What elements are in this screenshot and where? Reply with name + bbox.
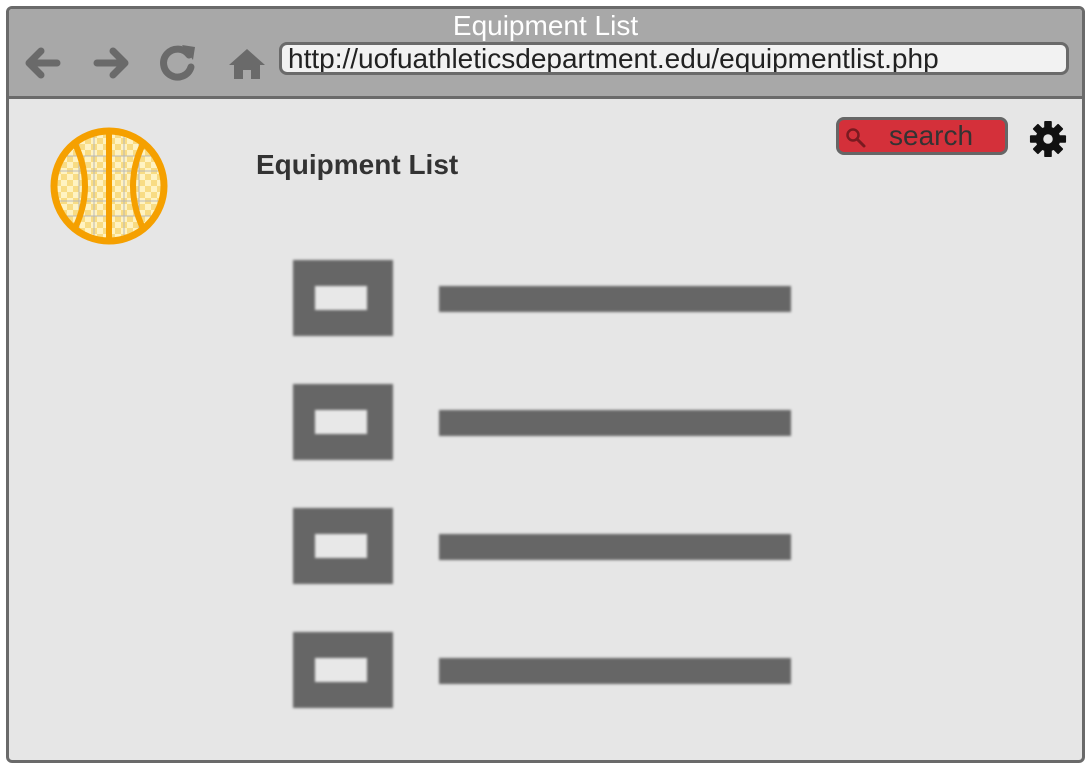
page-title: Equipment List	[256, 149, 459, 180]
search-label: search	[889, 120, 974, 151]
reload-icon	[160, 45, 195, 81]
search-button[interactable]: search	[836, 117, 1008, 155]
arrow-left-icon	[25, 47, 61, 79]
arrow-right-icon	[93, 47, 129, 79]
image-placeholder-icon	[293, 632, 393, 708]
text-placeholder	[439, 410, 791, 436]
list-item[interactable]	[293, 260, 793, 336]
address-bar[interactable]: http://uofuathleticsdepartment.edu/equip…	[279, 42, 1069, 75]
home-button[interactable]	[225, 41, 269, 85]
reload-button[interactable]	[155, 41, 199, 85]
back-button[interactable]	[19, 41, 63, 85]
settings-button[interactable]	[1029, 120, 1067, 158]
basketball-icon	[50, 127, 168, 245]
gear-icon	[1029, 120, 1067, 158]
browser-titlebar: Equipment List http://uofuathleticsdepar…	[9, 9, 1082, 99]
image-placeholder-icon	[293, 508, 393, 584]
home-icon	[229, 49, 265, 79]
forward-button[interactable]	[91, 41, 135, 85]
text-placeholder	[439, 658, 791, 684]
window-title: Equipment List	[452, 10, 639, 41]
list-item[interactable]	[293, 384, 793, 460]
text-placeholder	[439, 286, 791, 312]
image-placeholder-icon	[293, 384, 393, 460]
magnifier-icon	[846, 128, 866, 148]
browser-window: Equipment List http://uofuathleticsdepar…	[6, 6, 1085, 763]
list-item[interactable]	[293, 632, 793, 708]
text-placeholder	[439, 534, 791, 560]
list-item[interactable]	[293, 508, 793, 584]
image-placeholder-icon	[293, 260, 393, 336]
